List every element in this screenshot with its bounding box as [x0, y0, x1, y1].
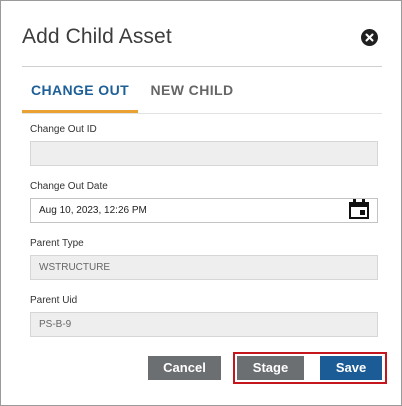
- tab-bar: CHANGE OUT NEW CHILD: [22, 67, 382, 113]
- dialog-title: Add Child Asset: [22, 25, 172, 48]
- change-out-id-label: Change Out ID: [30, 124, 97, 135]
- parent-type-label: Parent Type: [30, 238, 84, 249]
- close-icon[interactable]: [361, 29, 378, 46]
- stage-button[interactable]: Stage: [237, 356, 304, 380]
- tabs-underline: [22, 113, 382, 114]
- change-out-date-field[interactable]: Aug 10, 2023, 12:26 PM: [30, 198, 378, 223]
- change-out-date-label: Change Out Date: [30, 181, 108, 192]
- parent-type-field: WSTRUCTURE: [30, 255, 378, 280]
- add-child-asset-dialog: Add Child Asset CHANGE OUT NEW CHILD Cha…: [0, 0, 402, 406]
- change-out-id-field[interactable]: [30, 141, 378, 166]
- calendar-icon[interactable]: [348, 199, 370, 220]
- tab-change-out[interactable]: CHANGE OUT: [22, 67, 138, 113]
- tab-new-child[interactable]: NEW CHILD: [140, 67, 244, 113]
- save-button[interactable]: Save: [320, 356, 382, 380]
- cancel-button[interactable]: Cancel: [148, 356, 221, 380]
- parent-uid-label: Parent Uid: [30, 295, 78, 306]
- parent-uid-field: PS-B-9: [30, 312, 378, 337]
